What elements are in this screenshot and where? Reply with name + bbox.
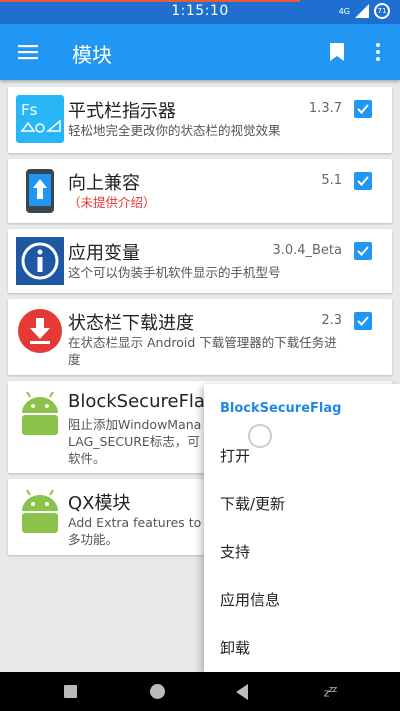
bookmark-icon xyxy=(330,43,344,61)
battery-icon: 71 xyxy=(374,3,390,19)
module-name: BlockSecureFlag xyxy=(68,391,217,412)
back-icon xyxy=(236,683,248,700)
page-title: 模块 xyxy=(72,43,112,67)
more-options-button[interactable] xyxy=(364,36,392,68)
hamburger-menu-icon xyxy=(18,45,38,60)
app-bar: 模块 xyxy=(0,24,400,80)
module-card-app-variable[interactable]: 应用变量 3.0.4_Beta 这个可以伪装手机软件显示的手机型号 xyxy=(8,229,392,293)
check-icon xyxy=(357,176,369,186)
module-card-statusbar-indicator[interactable]: Fs 平式栏指示器 1.3.7 轻松地完全更改你的状态栏的视觉效果 xyxy=(8,87,392,153)
module-card-upward-compat[interactable]: 向上兼容 5.1 （未提供介绍） xyxy=(8,159,392,223)
status-accent-line xyxy=(0,0,300,2)
module-version: 1.3.7 xyxy=(308,101,342,116)
menu-item-open[interactable]: 打开 xyxy=(204,432,400,480)
sleep-icon: zzz xyxy=(323,683,337,700)
module-version: 2.3 xyxy=(321,313,342,328)
module-enabled-checkbox[interactable] xyxy=(354,312,372,330)
recents-button[interactable] xyxy=(50,672,90,711)
module-description: 这个可以伪装手机软件显示的手机型号 xyxy=(68,265,281,280)
more-vert-icon xyxy=(376,43,380,61)
download-icon xyxy=(18,309,62,353)
module-description: （未提供介绍） xyxy=(68,195,156,210)
module-context-menu: BlockSecureFlag 打开 下载/更新 支持 应用信息 卸载 xyxy=(204,384,400,672)
module-description: 轻松地完全更改你的状态栏的视觉效果 xyxy=(68,123,281,138)
network-type-label: 4G xyxy=(338,6,350,16)
context-menu-title: BlockSecureFlag xyxy=(220,401,342,416)
module-name: QX模块 xyxy=(68,493,131,514)
bookmark-button[interactable] xyxy=(322,36,352,68)
info-icon xyxy=(16,237,64,285)
sleep-button[interactable]: zzz xyxy=(310,672,350,711)
back-button[interactable] xyxy=(222,672,262,711)
signal-icon xyxy=(355,4,369,18)
menu-item-download-update[interactable]: 下载/更新 xyxy=(204,480,400,528)
android-icon xyxy=(22,391,58,435)
module-card-download-progress[interactable]: 状态栏下载进度 2.3 在状态栏显示 Android 下载管理器的下载任务进度 xyxy=(8,299,392,375)
check-icon xyxy=(357,104,369,114)
fs-indicator-icon: Fs xyxy=(16,95,64,143)
module-enabled-checkbox[interactable] xyxy=(354,242,372,260)
svg-text:Fs: Fs xyxy=(21,101,38,119)
module-enabled-checkbox[interactable] xyxy=(354,100,372,118)
system-icons: 4G 71 xyxy=(339,3,390,19)
module-enabled-checkbox[interactable] xyxy=(354,172,372,190)
menu-item-app-info[interactable]: 应用信息 xyxy=(204,576,400,624)
battery-level: 71 xyxy=(377,7,387,15)
check-icon xyxy=(357,246,369,256)
menu-item-support[interactable]: 支持 xyxy=(204,528,400,576)
module-version: 3.0.4_Beta xyxy=(272,243,342,258)
home-icon xyxy=(149,684,165,699)
module-name: 平式栏指示器 xyxy=(68,101,176,122)
upward-arrow-phone-icon xyxy=(26,169,54,213)
module-version: 5.1 xyxy=(321,173,342,188)
menu-button[interactable] xyxy=(12,36,44,68)
check-icon xyxy=(357,316,369,326)
module-name: 状态栏下载进度 xyxy=(68,313,194,334)
module-name: 应用变量 xyxy=(68,243,140,264)
home-button[interactable] xyxy=(137,672,177,711)
status-bar: 1:15:10 4G 71 xyxy=(0,0,400,24)
recents-icon xyxy=(63,685,77,698)
module-description: 在状态栏显示 Android 下载管理器的下载任务进度 xyxy=(68,335,337,367)
android-icon xyxy=(22,489,58,533)
menu-item-uninstall[interactable]: 卸载 xyxy=(204,624,400,672)
module-name: 向上兼容 xyxy=(68,173,140,194)
system-nav-bar: zzz xyxy=(0,672,400,711)
